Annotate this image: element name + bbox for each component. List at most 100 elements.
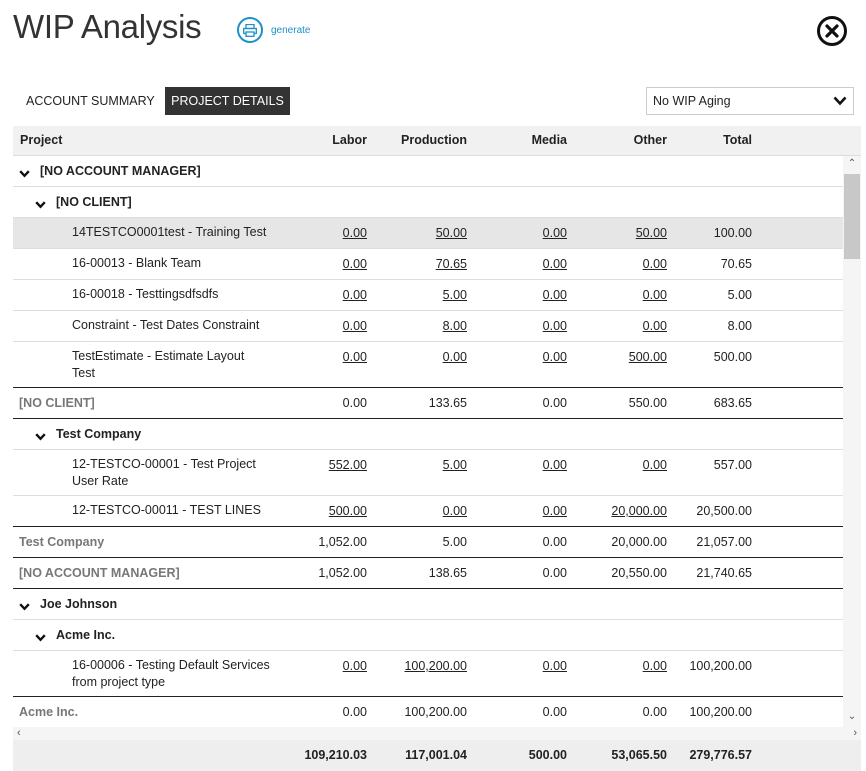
project-row[interactable]: Constraint - Test Dates Constraint 0.00 8.… [13,311,843,342]
chevron-down-icon[interactable] [35,198,46,212]
media-value-link[interactable]: 0.00 [543,458,567,472]
subtotal-production: 5.00 [442,535,467,549]
subtotal-total: 683.65 [713,396,752,410]
wip-aging-value: No WIP Aging [653,94,731,108]
labor-value-link[interactable]: 0.00 [343,257,367,271]
media-value-link[interactable]: 0.00 [543,226,567,240]
generate-label: generate [271,24,311,36]
media-value-link[interactable]: 0.00 [543,350,567,364]
other-value-link[interactable]: 0.00 [643,257,667,271]
project-name-line: 16-00018 - Testtingsdfsdfs [72,287,219,301]
project-name-line: 16-00013 - Blank Team [72,256,202,270]
table-body: [NO ACCOUNT MANAGER] [NO CLIENT] 14TESTCO0… [13,156,843,727]
close-button[interactable] [817,16,847,46]
project-row[interactable]: 16-00018 - Testtingsdfsdfs 0.00 5.00 0.00 0.… [13,280,843,311]
column-header-media[interactable]: Media [532,133,567,147]
production-value-link[interactable]: 5.00 [443,458,467,472]
chevron-down-icon[interactable] [19,167,30,181]
other-value-link[interactable]: 0.00 [643,319,667,333]
other-value-link[interactable]: 50.00 [636,226,667,240]
production-value-link[interactable]: 70.65 [436,257,467,271]
subtotal-row: Acme Inc. 0.00 100,200.00 0.00 0.00 100,200.0… [13,697,843,727]
total-value: 70.65 [720,257,752,271]
total-value: 100.00 [713,226,752,240]
scroll-thumb[interactable] [844,174,860,259]
subtotal-labor: 0.00 [342,396,367,410]
column-header-project[interactable]: Project [20,133,62,147]
horizontal-scrollbar[interactable]: ‹ › [13,727,861,740]
chevron-down-icon[interactable] [19,600,30,614]
subtotal-other: 20,000.00 [611,535,667,549]
total-value: 8.00 [727,319,752,333]
subtotal-production: 133.65 [428,396,467,410]
project-name: 16-00006 - Testing Default Services from … [72,657,270,691]
subtotal-other: 550.00 [628,396,667,410]
project-name-line: 12-TESTCO-00001 - Test Project [72,457,256,471]
column-header-labor[interactable]: Labor [332,133,367,147]
project-row[interactable]: TestEstimate - Estimate Layout Test 0.00 0.… [13,342,843,388]
chevron-down-icon [833,96,847,106]
media-value-link[interactable]: 0.00 [543,659,567,673]
other-value-link[interactable]: 0.00 [643,659,667,673]
production-value-link[interactable]: 50.00 [436,226,467,240]
subtotal-row: Test Company 1,052.00 5.00 0.00 20,000.00 21,… [13,527,843,558]
scroll-left-icon[interactable]: ‹ [17,727,21,740]
production-value-link[interactable]: 100,200.00 [404,659,467,673]
subtotal-label: Acme Inc. [19,705,79,719]
production-value-link[interactable]: 8.00 [443,319,467,333]
project-row[interactable]: 12-TESTCO-00011 - TEST LINES 500.00 0.00 0.… [13,496,843,527]
scroll-up-icon[interactable]: ⌃ [847,159,857,169]
labor-value-link[interactable]: 0.00 [343,659,367,673]
labor-value-link[interactable]: 500.00 [329,504,367,518]
project-name: 16-00013 - Blank Team [72,255,201,272]
media-value-link[interactable]: 0.00 [543,257,567,271]
project-name-line: Constraint - Test Dates Constraint [72,318,260,332]
project-row[interactable]: 16-00013 - Blank Team 0.00 70.65 0.00 0.00 70… [13,249,843,280]
other-value-link[interactable]: 500.00 [629,350,667,364]
project-row[interactable]: 16-00006 - Testing Default Services from … [13,651,843,697]
labor-value-link[interactable]: 0.00 [343,226,367,240]
labor-value-link[interactable]: 0.00 [343,288,367,302]
subtotal-other: 0.00 [642,705,667,719]
chevron-down-icon[interactable] [35,631,46,645]
project-name-line: 16-00006 - Testing Default Services [72,658,270,672]
production-value-link[interactable]: 5.00 [443,288,467,302]
subtotal-media: 0.00 [542,396,567,410]
tab-project-details[interactable]: PROJECT DETAILS [165,87,290,115]
grand-total-row: 109,210.03 117,001.04 500.00 53,065.50 2… [13,740,861,771]
generate-button[interactable]: generate [237,17,310,43]
media-value-link[interactable]: 0.00 [543,288,567,302]
project-row[interactable]: 12-TESTCO-00001 - Test Project User Rate 5… [13,450,843,496]
scroll-right-icon[interactable]: › [853,727,857,740]
subtotal-labor: 0.00 [342,705,367,719]
total-value: 100,200.00 [689,659,752,673]
column-header-total[interactable]: Total [723,133,752,147]
column-header-other[interactable]: Other [634,133,667,147]
column-header-production[interactable]: Production [401,133,467,147]
other-value-link[interactable]: 0.00 [643,458,667,472]
group-row: Test Company [13,419,843,450]
other-value-link[interactable]: 20,000.00 [611,504,667,518]
total-production: 117,001.04 [405,748,467,762]
total-value: 557.00 [713,458,752,472]
labor-value-link[interactable]: 552.00 [329,458,367,472]
labor-value-link[interactable]: 0.00 [343,319,367,333]
production-value-link[interactable]: 0.00 [443,504,467,518]
group-row: Acme Inc. [13,620,843,651]
wip-aging-select[interactable]: No WIP Aging [646,87,854,115]
media-value-link[interactable]: 0.00 [543,319,567,333]
subtotal-total: 21,740.65 [696,566,752,580]
tab-account-summary[interactable]: ACCOUNT SUMMARY [13,87,168,115]
subtotal-other: 20,550.00 [611,566,667,580]
chevron-down-icon[interactable] [35,430,46,444]
page-title: WIP Analysis [13,8,202,45]
labor-value-link[interactable]: 0.00 [343,350,367,364]
scroll-down-icon[interactable]: ⌄ [847,712,857,722]
total-other: 53,065.50 [611,748,667,762]
production-value-link[interactable]: 0.00 [443,350,467,364]
group-row: [NO ACCOUNT MANAGER] [13,156,843,187]
project-row[interactable]: 14TESTCO0001test - Training Test 0.00 50.0… [13,218,843,249]
media-value-link[interactable]: 0.00 [543,504,567,518]
other-value-link[interactable]: 0.00 [643,288,667,302]
vertical-scrollbar[interactable]: ⌃ ⌄ [843,156,861,727]
